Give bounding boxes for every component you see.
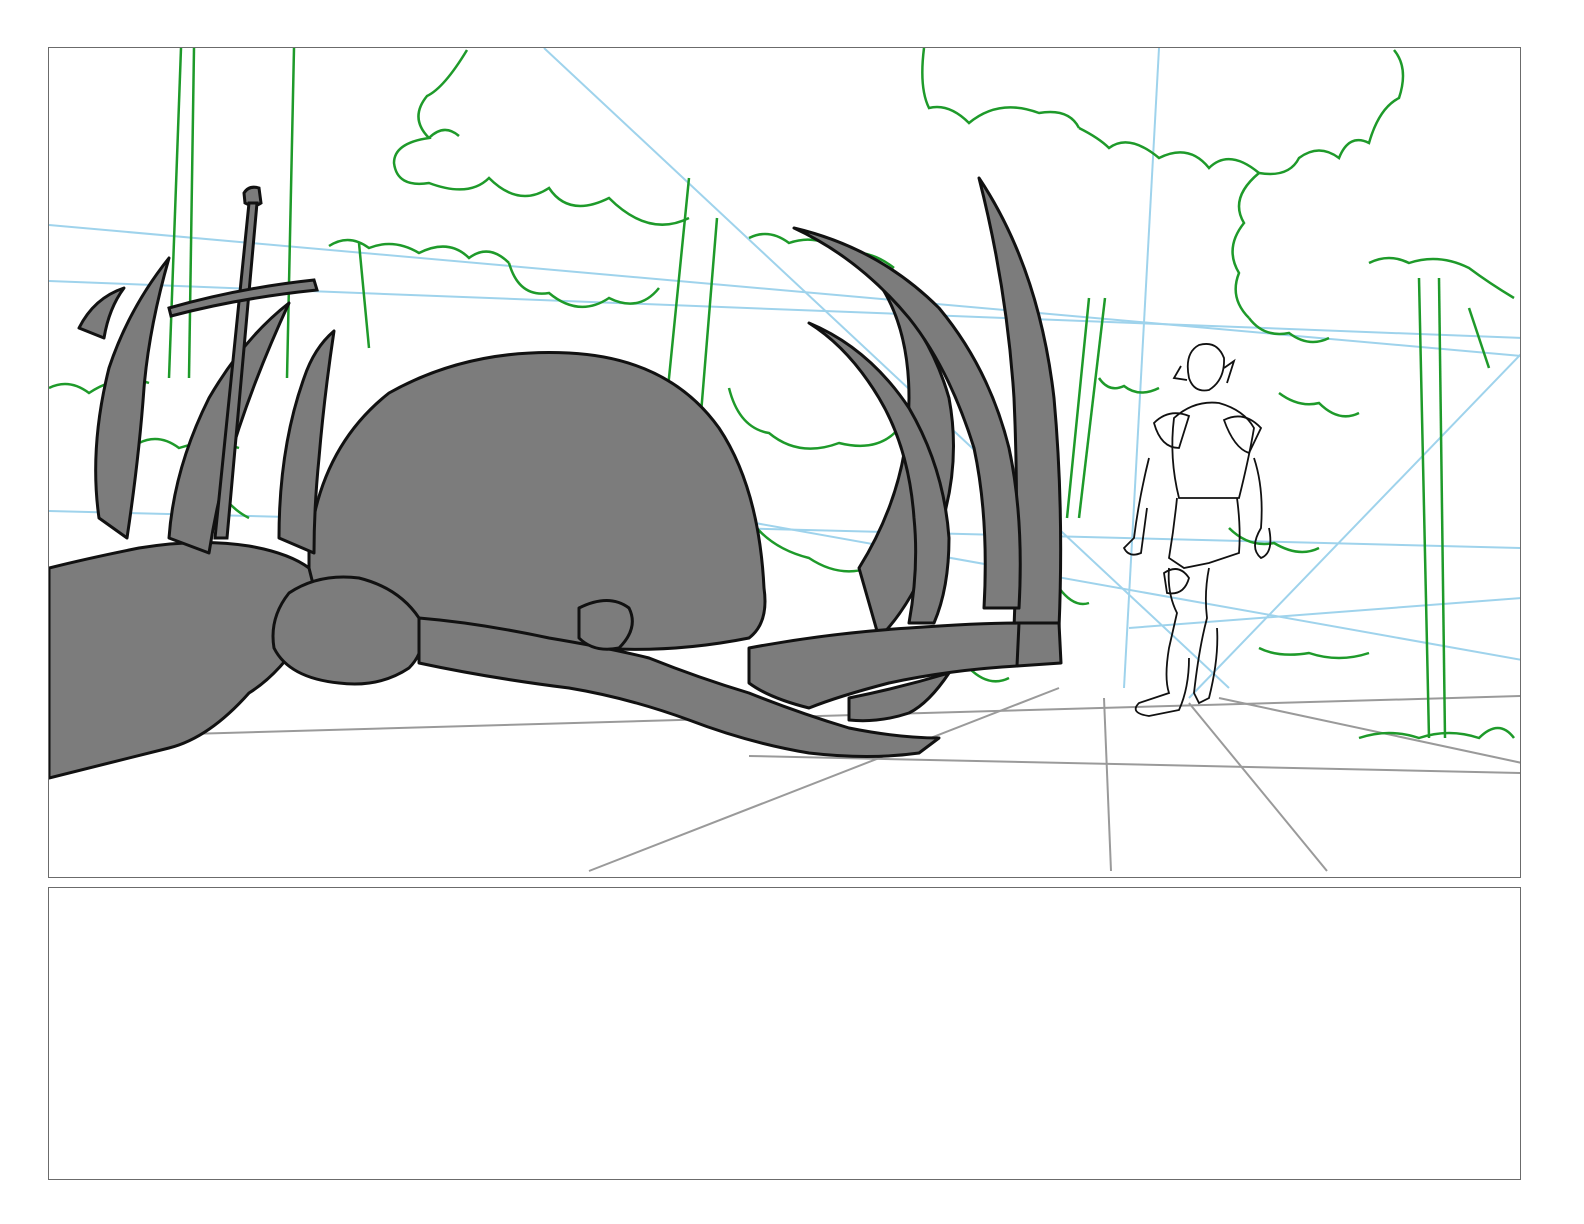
sketch-illustration bbox=[49, 48, 1520, 872]
knight-figure bbox=[1122, 343, 1272, 717]
notes-box[interactable] bbox=[48, 887, 1521, 1180]
monster-corpse bbox=[49, 176, 1063, 780]
storyboard-panel bbox=[48, 47, 1521, 878]
